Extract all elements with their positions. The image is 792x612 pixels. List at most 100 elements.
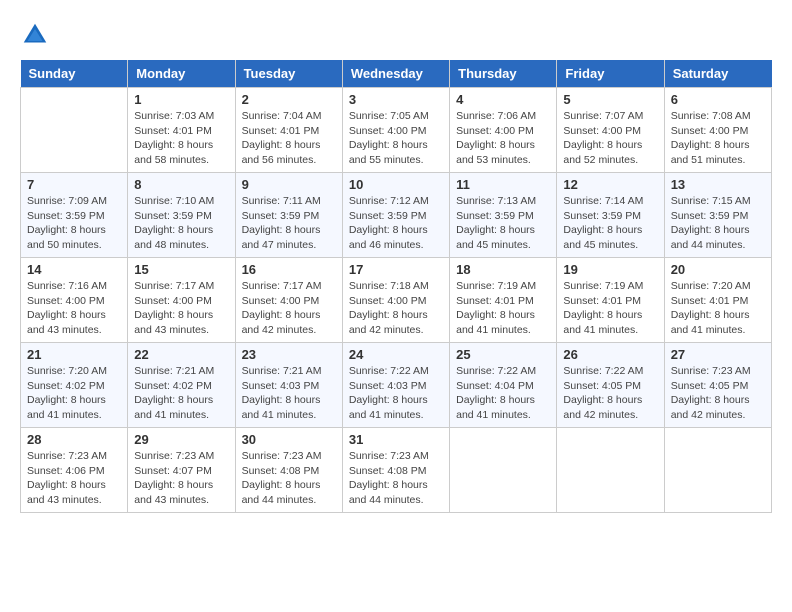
cell-info: Sunrise: 7:15 AM Sunset: 3:59 PM Dayligh… [671, 194, 765, 253]
calendar-body: 1 Sunrise: 7:03 AM Sunset: 4:01 PM Daylig… [21, 88, 772, 513]
cell-info: Sunrise: 7:17 AM Sunset: 4:00 PM Dayligh… [134, 279, 228, 338]
day-number: 17 [349, 262, 443, 277]
day-of-week-header: Saturday [664, 60, 771, 88]
calendar-cell: 11 Sunrise: 7:13 AM Sunset: 3:59 PM Dayli… [450, 173, 557, 258]
cell-info: Sunrise: 7:07 AM Sunset: 4:00 PM Dayligh… [563, 109, 657, 168]
calendar-cell: 16Sunrise: 7:17 AM Sunset: 4:00 PM Dayli… [235, 258, 342, 343]
calendar-cell: 24 Sunrise: 7:22 AM Sunset: 4:03 PM Dayli… [342, 343, 449, 428]
calendar-cell: 2 Sunrise: 7:04 AM Sunset: 4:01 PM Daylig… [235, 88, 342, 173]
cell-info: Sunrise: 7:13 AM Sunset: 3:59 PM Dayligh… [456, 194, 550, 253]
calendar-cell: 4 Sunrise: 7:06 AM Sunset: 4:00 PM Daylig… [450, 88, 557, 173]
calendar-cell: 31 Sunrise: 7:23 AM Sunset: 4:08 PM Dayli… [342, 428, 449, 513]
day-number: 11 [456, 177, 550, 192]
calendar-cell: 22Sunrise: 7:21 AM Sunset: 4:02 PM Dayli… [128, 343, 235, 428]
cell-info: Sunrise: 7:11 AM Sunset: 3:59 PM Dayligh… [242, 194, 336, 253]
cell-info: Sunrise: 7:22 AM Sunset: 4:03 PM Dayligh… [349, 364, 443, 423]
calendar-table: SundayMondayTuesdayWednesdayThursdayFrid… [20, 60, 772, 513]
day-of-week-header: Thursday [450, 60, 557, 88]
day-number: 27 [671, 347, 765, 362]
calendar-cell: 1 Sunrise: 7:03 AM Sunset: 4:01 PM Daylig… [128, 88, 235, 173]
day-number: 20 [671, 262, 765, 277]
day-of-week-header: Wednesday [342, 60, 449, 88]
calendar-cell: 18Sunrise: 7:19 AM Sunset: 4:01 PM Dayli… [450, 258, 557, 343]
cell-info: Sunrise: 7:23 AM Sunset: 4:08 PM Dayligh… [349, 449, 443, 508]
calendar-cell: 26 Sunrise: 7:22 AM Sunset: 4:05 PM Dayli… [557, 343, 664, 428]
cell-info: Sunrise: 7:19 AM Sunset: 4:01 PM Dayligh… [563, 279, 657, 338]
calendar-cell: 27 Sunrise: 7:23 AM Sunset: 4:05 PM Dayli… [664, 343, 771, 428]
day-number: 25 [456, 347, 550, 362]
cell-info: Sunrise: 7:04 AM Sunset: 4:01 PM Dayligh… [242, 109, 336, 168]
cell-info: Sunrise: 7:10 AM Sunset: 3:59 PM Dayligh… [134, 194, 228, 253]
cell-info: Sunrise: 7:20 AM Sunset: 4:02 PM Dayligh… [27, 364, 121, 423]
calendar-cell: 5 Sunrise: 7:07 AM Sunset: 4:00 PM Daylig… [557, 88, 664, 173]
calendar-cell: 3Sunrise: 7:05 AM Sunset: 4:00 PM Daylig… [342, 88, 449, 173]
calendar-cell [557, 428, 664, 513]
calendar-week-row: 28 Sunrise: 7:23 AM Sunset: 4:06 PM Dayli… [21, 428, 772, 513]
calendar-cell: 12Sunrise: 7:14 AM Sunset: 3:59 PM Dayli… [557, 173, 664, 258]
day-number: 4 [456, 92, 550, 107]
calendar-cell: 25 Sunrise: 7:22 AM Sunset: 4:04 PM Dayli… [450, 343, 557, 428]
calendar-cell: 9 Sunrise: 7:11 AM Sunset: 3:59 PM Daylig… [235, 173, 342, 258]
cell-info: Sunrise: 7:21 AM Sunset: 4:03 PM Dayligh… [242, 364, 336, 423]
cell-info: Sunrise: 7:20 AM Sunset: 4:01 PM Dayligh… [671, 279, 765, 338]
day-number: 5 [563, 92, 657, 107]
day-number: 1 [134, 92, 228, 107]
calendar-cell: 28 Sunrise: 7:23 AM Sunset: 4:06 PM Dayli… [21, 428, 128, 513]
day-of-week-header: Monday [128, 60, 235, 88]
day-number: 29 [134, 432, 228, 447]
cell-info: Sunrise: 7:05 AM Sunset: 4:00 PM Dayligh… [349, 109, 443, 168]
calendar-cell: 7Sunrise: 7:09 AM Sunset: 3:59 PM Daylig… [21, 173, 128, 258]
cell-info: Sunrise: 7:18 AM Sunset: 4:00 PM Dayligh… [349, 279, 443, 338]
day-number: 14 [27, 262, 121, 277]
day-number: 7 [27, 177, 121, 192]
logo [20, 20, 52, 50]
calendar-cell: 20 Sunrise: 7:20 AM Sunset: 4:01 PM Dayli… [664, 258, 771, 343]
day-number: 19 [563, 262, 657, 277]
calendar-cell: 8 Sunrise: 7:10 AM Sunset: 3:59 PM Daylig… [128, 173, 235, 258]
calendar-cell: 14 Sunrise: 7:16 AM Sunset: 4:00 PM Dayli… [21, 258, 128, 343]
day-of-week-header: Tuesday [235, 60, 342, 88]
page-header [20, 20, 772, 50]
day-number: 13 [671, 177, 765, 192]
cell-info: Sunrise: 7:03 AM Sunset: 4:01 PM Dayligh… [134, 109, 228, 168]
cell-info: Sunrise: 7:22 AM Sunset: 4:05 PM Dayligh… [563, 364, 657, 423]
calendar-cell: 21 Sunrise: 7:20 AM Sunset: 4:02 PM Dayli… [21, 343, 128, 428]
cell-info: Sunrise: 7:23 AM Sunset: 4:06 PM Dayligh… [27, 449, 121, 508]
cell-info: Sunrise: 7:22 AM Sunset: 4:04 PM Dayligh… [456, 364, 550, 423]
day-number: 31 [349, 432, 443, 447]
cell-info: Sunrise: 7:21 AM Sunset: 4:02 PM Dayligh… [134, 364, 228, 423]
cell-info: Sunrise: 7:06 AM Sunset: 4:00 PM Dayligh… [456, 109, 550, 168]
calendar-header-row: SundayMondayTuesdayWednesdayThursdayFrid… [21, 60, 772, 88]
calendar-cell [450, 428, 557, 513]
calendar-week-row: 14 Sunrise: 7:16 AM Sunset: 4:00 PM Dayli… [21, 258, 772, 343]
calendar-cell: 6 Sunrise: 7:08 AM Sunset: 4:00 PM Daylig… [664, 88, 771, 173]
day-number: 15 [134, 262, 228, 277]
day-number: 8 [134, 177, 228, 192]
calendar-cell: 17 Sunrise: 7:18 AM Sunset: 4:00 PM Dayli… [342, 258, 449, 343]
day-number: 18 [456, 262, 550, 277]
logo-icon [20, 20, 50, 50]
calendar-cell: 13 Sunrise: 7:15 AM Sunset: 3:59 PM Dayli… [664, 173, 771, 258]
calendar-cell: 23 Sunrise: 7:21 AM Sunset: 4:03 PM Dayli… [235, 343, 342, 428]
cell-info: Sunrise: 7:16 AM Sunset: 4:00 PM Dayligh… [27, 279, 121, 338]
calendar-week-row: 1 Sunrise: 7:03 AM Sunset: 4:01 PM Daylig… [21, 88, 772, 173]
cell-info: Sunrise: 7:17 AM Sunset: 4:00 PM Dayligh… [242, 279, 336, 338]
day-number: 28 [27, 432, 121, 447]
day-number: 2 [242, 92, 336, 107]
day-number: 9 [242, 177, 336, 192]
day-number: 24 [349, 347, 443, 362]
cell-info: Sunrise: 7:08 AM Sunset: 4:00 PM Dayligh… [671, 109, 765, 168]
cell-info: Sunrise: 7:23 AM Sunset: 4:05 PM Dayligh… [671, 364, 765, 423]
calendar-cell: 10Sunrise: 7:12 AM Sunset: 3:59 PM Dayli… [342, 173, 449, 258]
day-number: 21 [27, 347, 121, 362]
calendar-cell [21, 88, 128, 173]
day-number: 23 [242, 347, 336, 362]
calendar-cell [664, 428, 771, 513]
day-number: 6 [671, 92, 765, 107]
day-number: 26 [563, 347, 657, 362]
calendar-cell: 30Sunrise: 7:23 AM Sunset: 4:08 PM Dayli… [235, 428, 342, 513]
day-of-week-header: Friday [557, 60, 664, 88]
calendar-cell: 29Sunrise: 7:23 AM Sunset: 4:07 PM Dayli… [128, 428, 235, 513]
day-number: 10 [349, 177, 443, 192]
day-of-week-header: Sunday [21, 60, 128, 88]
